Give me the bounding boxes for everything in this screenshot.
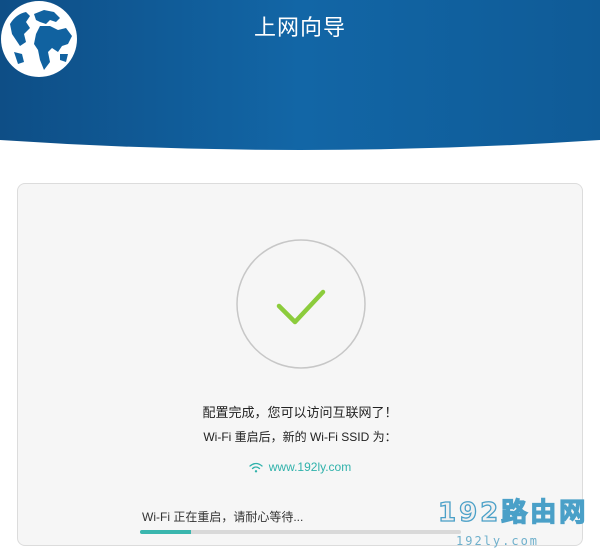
check-icon [236,239,366,369]
progress-fill [140,530,192,534]
watermark-sub: 192ly.com [456,534,540,548]
ssid-name: www.192ly.com [268,460,352,474]
page-title: 上网向导 [253,15,346,40]
new-ssid: www.192ly.com [18,460,582,474]
wizard-header: 上网向导 [0,0,600,160]
ssid-notice: Wi-Fi 重启后，新的 Wi-Fi SSID 为： [203,430,397,444]
wifi-icon [249,462,263,472]
watermark-logo: 192路由网 192ly.com [437,492,594,552]
progress-bar [140,530,461,534]
watermark-main: 192路由网 [437,497,589,528]
progress-label: Wi-Fi 正在重启，请耐心等待... [142,510,304,524]
complete-message: 配置完成，您可以访问互联网了！ [202,405,398,420]
globe-icon [1,1,77,77]
